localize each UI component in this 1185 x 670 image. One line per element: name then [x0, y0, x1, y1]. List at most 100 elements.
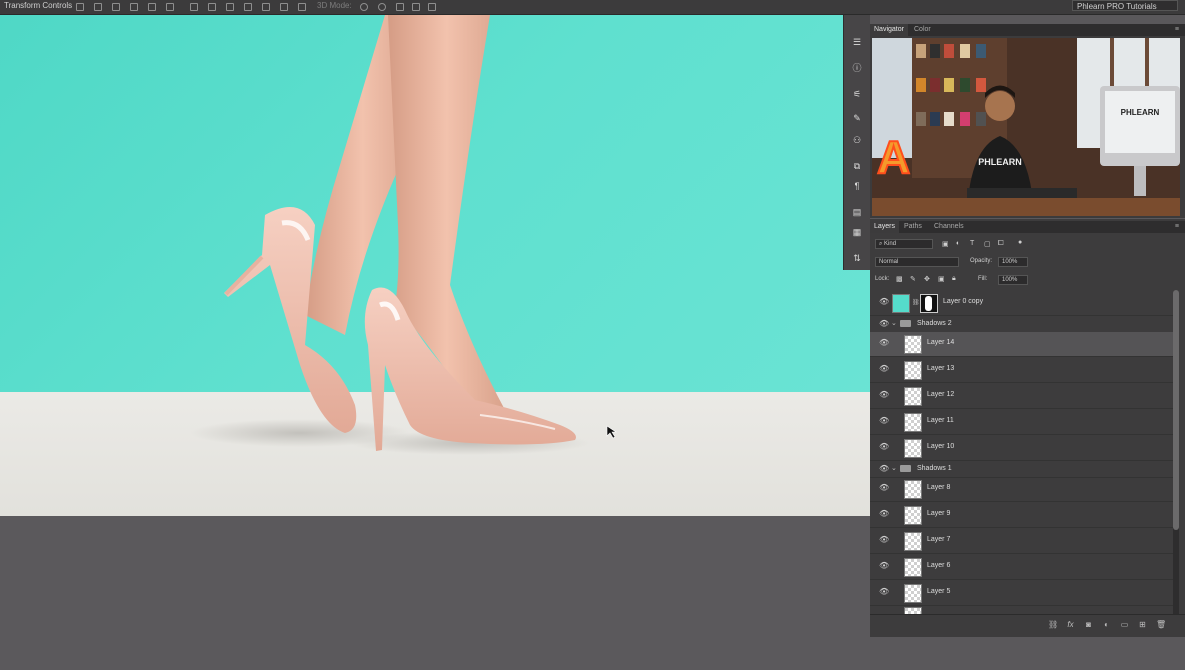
lock-position-icon[interactable]: ✥: [924, 275, 930, 283]
align-left-icon[interactable]: [76, 3, 84, 11]
layer-row-layer-10[interactable]: 👁︎ Layer 10: [870, 436, 1174, 461]
opacity-field[interactable]: 100%: [998, 257, 1028, 267]
link-icon[interactable]: ⛓︎: [1048, 620, 1058, 629]
group-row-shadows-1[interactable]: 👁︎ ⌄ Shadows 1: [870, 461, 1174, 478]
align-top-icon[interactable]: [130, 3, 138, 11]
document-canvas[interactable]: [0, 15, 870, 516]
workspace-switcher[interactable]: Phlearn PRO Tutorials: [1072, 0, 1178, 11]
layer-row-layer-7[interactable]: 👁︎ Layer 7: [870, 529, 1174, 554]
instructor-video-frame: A PHLEARN PHLEARN: [872, 38, 1180, 216]
filter-toggle-icon[interactable]: ●: [1018, 239, 1022, 246]
layer-name: Layer 10: [927, 443, 955, 450]
layer-row-layer-9[interactable]: 👁︎ Layer 9: [870, 503, 1174, 528]
layer-row-layer-11[interactable]: 👁︎ Layer 11: [870, 410, 1174, 435]
layer-row-layer-5[interactable]: 👁︎ Layer 5: [870, 581, 1174, 606]
filter-type-icon[interactable]: T: [970, 240, 974, 247]
3d-roll-icon[interactable]: [378, 3, 386, 11]
layer-filter-select[interactable]: ⌕ Kind: [875, 239, 933, 249]
visibility-eye-icon[interactable]: 👁︎: [879, 339, 889, 347]
3d-mode-label: 3D Mode:: [317, 1, 352, 10]
info-icon[interactable]: ⓘ: [852, 63, 862, 73]
visibility-eye-icon[interactable]: 👁︎: [879, 484, 889, 492]
visibility-eye-icon[interactable]: 👁︎: [879, 365, 889, 373]
3d-slide-icon[interactable]: [412, 3, 420, 11]
blend-mode-select[interactable]: Normal: [875, 257, 959, 267]
trash-icon[interactable]: 🗑︎: [1156, 620, 1166, 629]
navigator-tabs: Navigator Color ≡: [870, 24, 1185, 36]
fx-icon[interactable]: fx: [1066, 620, 1075, 629]
3d-rotate-icon[interactable]: [360, 3, 368, 11]
filter-pixel-icon[interactable]: ▣: [942, 240, 949, 248]
layer-thumbnail: [892, 294, 910, 313]
distribute-right-icon[interactable]: [280, 3, 288, 11]
distribute-center-icon[interactable]: [262, 3, 270, 11]
filter-adjustment-icon[interactable]: ◐: [956, 240, 960, 247]
distribute-left-icon[interactable]: [244, 3, 252, 11]
history-icon[interactable]: ☰: [852, 37, 862, 47]
notes-icon[interactable]: ▦: [852, 227, 862, 237]
tab-layers[interactable]: Layers: [870, 221, 900, 233]
tab-color[interactable]: Color: [910, 24, 935, 36]
layer-mask-thumbnail[interactable]: [920, 294, 938, 313]
layer-row-layer-6[interactable]: 👁︎ Layer 6: [870, 555, 1174, 580]
layer-row-layer-14[interactable]: 👁︎ Layer 14: [870, 332, 1174, 357]
lock-all-icon[interactable]: 🔒︎: [952, 275, 956, 283]
align-center-icon[interactable]: [94, 3, 102, 11]
character-icon[interactable]: ⚇: [852, 135, 862, 145]
panel-menu-icon[interactable]: ≡: [1175, 223, 1179, 230]
visibility-eye-icon[interactable]: 👁︎: [879, 320, 889, 328]
tab-navigator[interactable]: Navigator: [870, 24, 908, 36]
scrollbar-thumb[interactable]: [1173, 290, 1179, 530]
visibility-eye-icon[interactable]: 👁︎: [879, 588, 889, 596]
brush-icon[interactable]: ✎: [852, 113, 862, 123]
mask-icon[interactable]: ◙: [1084, 620, 1093, 629]
distribute-bottom-icon[interactable]: [226, 3, 234, 11]
align-right-icon[interactable]: [112, 3, 120, 11]
transform-controls-label[interactable]: Transform Controls: [4, 1, 72, 10]
auto-align-icon[interactable]: [298, 3, 306, 11]
fill-field[interactable]: 100%: [998, 275, 1028, 285]
tab-paths[interactable]: Paths: [900, 221, 926, 233]
layer-row-layer-0-copy[interactable]: 👁︎ ⛓︎ Layer 0 copy: [870, 291, 1174, 316]
layer-row-layer-13[interactable]: 👁︎ Layer 13: [870, 358, 1174, 383]
tab-channels[interactable]: Channels: [930, 221, 968, 233]
navigator-preview-video[interactable]: A PHLEARN PHLEARN: [872, 38, 1180, 216]
distribute-top-icon[interactable]: [190, 3, 198, 11]
libraries-icon[interactable]: ▤: [852, 207, 862, 217]
visibility-eye-icon[interactable]: 👁︎: [879, 443, 889, 451]
layer-row-layer-12[interactable]: 👁︎ Layer 12: [870, 384, 1174, 409]
group-row-shadows-2[interactable]: 👁︎ ⌄ Shadows 2: [870, 316, 1174, 333]
distribute-middle-icon[interactable]: [208, 3, 216, 11]
visibility-eye-icon[interactable]: 👁︎: [879, 298, 889, 306]
adjustment-icon[interactable]: ◐: [1102, 620, 1111, 629]
lock-pixels-icon[interactable]: ✎: [910, 275, 916, 283]
3d-scale-icon[interactable]: [428, 3, 436, 11]
layers-scrollbar[interactable]: [1173, 290, 1179, 620]
adjustments-icon[interactable]: ⚟: [852, 89, 862, 99]
visibility-eye-icon[interactable]: 👁︎: [879, 510, 889, 518]
visibility-eye-icon[interactable]: 👁︎: [879, 417, 889, 425]
clone-icon[interactable]: ⧉: [852, 161, 862, 171]
filter-shape-icon[interactable]: ▢: [984, 240, 991, 248]
visibility-eye-icon[interactable]: 👁︎: [879, 562, 889, 570]
visibility-eye-icon[interactable]: 👁︎: [879, 391, 889, 399]
paragraph-icon[interactable]: ¶: [852, 181, 862, 191]
chevron-down-icon[interactable]: ⌄: [891, 464, 897, 472]
new-layer-icon[interactable]: ⊞: [1138, 620, 1147, 629]
properties-icon[interactable]: ⇅: [852, 253, 862, 263]
filter-smart-icon[interactable]: ⧠: [998, 240, 1004, 248]
neon-sign-letter: A: [877, 131, 910, 183]
panel-menu-icon[interactable]: ≡: [1175, 26, 1179, 33]
visibility-eye-icon[interactable]: 👁︎: [879, 465, 889, 473]
align-bottom-icon[interactable]: [166, 3, 174, 11]
chevron-down-icon[interactable]: ⌄: [891, 319, 897, 327]
visibility-eye-icon[interactable]: 👁︎: [879, 536, 889, 544]
layer-thumbnail: [904, 439, 922, 458]
lock-transparent-icon[interactable]: ▩: [896, 275, 903, 283]
3d-drag-icon[interactable]: [396, 3, 404, 11]
group-icon[interactable]: ▭: [1120, 620, 1129, 629]
layer-thumbnail: [904, 361, 922, 380]
layer-row-layer-8[interactable]: 👁︎ Layer 8: [870, 477, 1174, 502]
align-middle-icon[interactable]: [148, 3, 156, 11]
lock-artboard-icon[interactable]: ▣: [938, 275, 945, 283]
